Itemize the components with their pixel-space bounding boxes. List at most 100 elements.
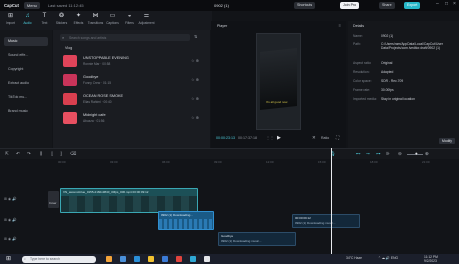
zoom-in-icon[interactable]: ⊕: [425, 151, 429, 157]
sidebar-item-copyright[interactable]: Copyright: [4, 65, 48, 74]
timeline-grid-icon[interactable]: ⋮⋮: [266, 135, 274, 140]
detail-key: Aspect ratio:: [353, 61, 372, 65]
export-button[interactable]: Export: [404, 2, 421, 9]
sidebar-item-brand-music[interactable]: Brand music: [4, 107, 48, 116]
tool-label: Import: [5, 21, 16, 25]
linkage-icon[interactable]: ⊶: [376, 151, 381, 157]
sidebar-item-sound-effects[interactable]: Sound effe...: [4, 51, 48, 60]
modify-button[interactable]: Modify: [439, 138, 455, 144]
preview-axis-icon[interactable]: ⊪: [386, 151, 390, 157]
favorite-icon[interactable]: ☆ ⊕: [191, 96, 199, 101]
capcut-icon[interactable]: [204, 256, 210, 262]
main-track-magnet-icon[interactable]: ⊷: [356, 151, 361, 157]
tool-adjustment[interactable]: ⚌ Adjustment: [138, 11, 155, 25]
cover-button[interactable]: Cover: [48, 191, 59, 208]
store-icon[interactable]: [162, 256, 168, 262]
sidebar-item-music[interactable]: Music: [4, 37, 48, 46]
tool-stickers[interactable]: ❂ Stickers: [53, 11, 70, 25]
audio-clip[interactable]: 00:00:09:12 0902 (1) Downloading music..…: [292, 214, 360, 228]
shortcuts-button[interactable]: Shortcuts: [294, 2, 316, 9]
taskbar-search[interactable]: ⌕ Type here to search: [22, 255, 96, 263]
playhead[interactable]: [331, 148, 332, 254]
crop-icon[interactable]: ✕: [312, 135, 316, 141]
windows-taskbar: ⊞ ⌕ Type here to search 34°C Haze ⌃ ☁ 🔊 …: [0, 254, 459, 264]
ruler-tick: 03:00: [110, 160, 118, 164]
tool-audio[interactable]: ♫ Audio: [19, 11, 36, 25]
select-icon[interactable]: ⇱: [5, 151, 9, 157]
maximize-icon[interactable]: □: [445, 1, 448, 7]
text-clip[interactable]: 0902 (1) Downloading...: [158, 211, 214, 230]
tool-label: Captions: [106, 21, 119, 25]
favorite-icon[interactable]: ☆ ⊕: [191, 115, 199, 120]
auto-snap-icon[interactable]: ⊸: [366, 151, 370, 157]
play-icon[interactable]: ▶: [277, 135, 281, 141]
search-icon: ⌕: [62, 34, 65, 40]
tool-label: Audio: [23, 21, 32, 25]
system-tray-icons[interactable]: ⌃ ☁ 🔊 ENG: [378, 256, 398, 260]
tool-label: Adjustment: [138, 21, 155, 25]
menu-button[interactable]: Menu: [23, 2, 40, 9]
adjustment-icon: ⚌: [143, 13, 150, 19]
tool-transitions[interactable]: ⋈ Transitions: [87, 11, 104, 25]
audio-clip[interactable]: Goodbye 0902 (1) Downloading music...: [218, 232, 296, 246]
windows-start-icon[interactable]: ⊞: [6, 255, 11, 262]
app-logo: CapCut: [4, 3, 19, 8]
fullscreen-icon[interactable]: ⛶: [336, 135, 339, 140]
favorite-icon[interactable]: ☆ ⊕: [191, 58, 199, 63]
tool-text[interactable]: T Text: [36, 11, 53, 25]
filter-icon[interactable]: ⇅: [194, 34, 197, 39]
detail-value: 30.00fps: [381, 88, 394, 92]
ratio-icon[interactable]: Ratio: [321, 136, 329, 140]
video-track-controls[interactable]: ⊞ ◉ 🔊: [4, 197, 17, 201]
task-view-icon[interactable]: [120, 256, 126, 262]
text-track-controls[interactable]: ⊞ ◉ 🔊: [4, 218, 17, 222]
zoom-out-icon[interactable]: ⊖: [398, 151, 402, 157]
sidebar-item-tiktok-music[interactable]: TikTok mu...: [4, 93, 48, 102]
clock-date[interactable]: 9/2/2023: [424, 259, 437, 263]
album-art: [63, 93, 77, 105]
video-clip-label: VN_ascend-blue_0155-2160x3840_30fps_006.…: [63, 190, 149, 194]
split-icon[interactable]: ⫼: [40, 151, 42, 156]
tool-effects[interactable]: ✦ Effects: [70, 11, 87, 25]
sound-title: UNSTOPPABLE EVENING: [83, 56, 129, 60]
tool-import[interactable]: ⊞ Import: [2, 11, 19, 25]
list-item[interactable]: Midnight cafe Abuzza · 01:56 ☆ ⊕: [63, 111, 203, 125]
tool-label: Stickers: [55, 21, 68, 25]
redo-icon[interactable]: ↷: [27, 151, 31, 157]
zoom-handle[interactable]: ●: [415, 151, 418, 156]
split-left-icon[interactable]: ⟦: [51, 151, 53, 157]
clock-time[interactable]: 11:12 PM: [424, 255, 438, 259]
close-icon[interactable]: ×: [453, 1, 456, 7]
audio-track-controls[interactable]: ⊞ ◉ 🔊: [4, 237, 17, 241]
stickers-icon: ❂: [58, 13, 65, 19]
time-ruler[interactable]: 00:00 03:00 06:00 09:00 12:00 15:00 18:0…: [58, 159, 459, 166]
music-search-input[interactable]: ⌕ Search songs and artists: [60, 34, 190, 41]
sidebar-item-extract-audio[interactable]: Extract audio: [4, 79, 48, 88]
more-icon[interactable]: ≡: [339, 23, 341, 28]
list-item[interactable]: Goodbye Funny Crew · 01:15 ☆ ⊕: [63, 73, 203, 87]
tool-captions[interactable]: ▭ Captions: [104, 11, 121, 25]
app-icon[interactable]: [190, 256, 196, 262]
app-icon[interactable]: [106, 256, 112, 262]
list-item[interactable]: UNSTOPPABLE EVENING Ronnie Mar · 00:58 ☆…: [63, 54, 203, 68]
list-item[interactable]: OCEAN ROSE SMOKE Elias Rahimi · 00:40 ☆ …: [63, 92, 203, 106]
split-right-icon[interactable]: ⟧: [60, 151, 62, 157]
minimize-icon[interactable]: –: [436, 1, 439, 7]
join-pro-button[interactable]: Join Pro: [340, 2, 360, 9]
sound-meta: Elias Rahimi · 00:40: [83, 100, 112, 104]
share-button[interactable]: Share: [379, 2, 395, 9]
tool-label: Effects: [73, 21, 84, 25]
undo-icon[interactable]: ↶: [16, 151, 20, 157]
audio-clip-title: Goodbye: [221, 234, 234, 238]
weather-status[interactable]: 34°C Haze: [346, 256, 362, 260]
file-explorer-icon[interactable]: [148, 256, 154, 262]
video-preview[interactable]: It's all good now: [256, 33, 301, 130]
delete-icon[interactable]: ⌫: [70, 151, 76, 157]
title-bar: CapCut Menu Last saved 11:12:45 0902 (1)…: [0, 0, 459, 11]
favorite-icon[interactable]: ☆ ⊕: [191, 77, 199, 82]
edge-icon[interactable]: [134, 256, 140, 262]
text-icon: T: [42, 13, 47, 19]
tool-filters[interactable]: ◒ Filters: [121, 11, 138, 25]
chrome-icon[interactable]: [176, 256, 182, 262]
video-clip[interactable]: VN_ascend-blue_0155-2160x3840_30fps_006.…: [60, 188, 198, 213]
